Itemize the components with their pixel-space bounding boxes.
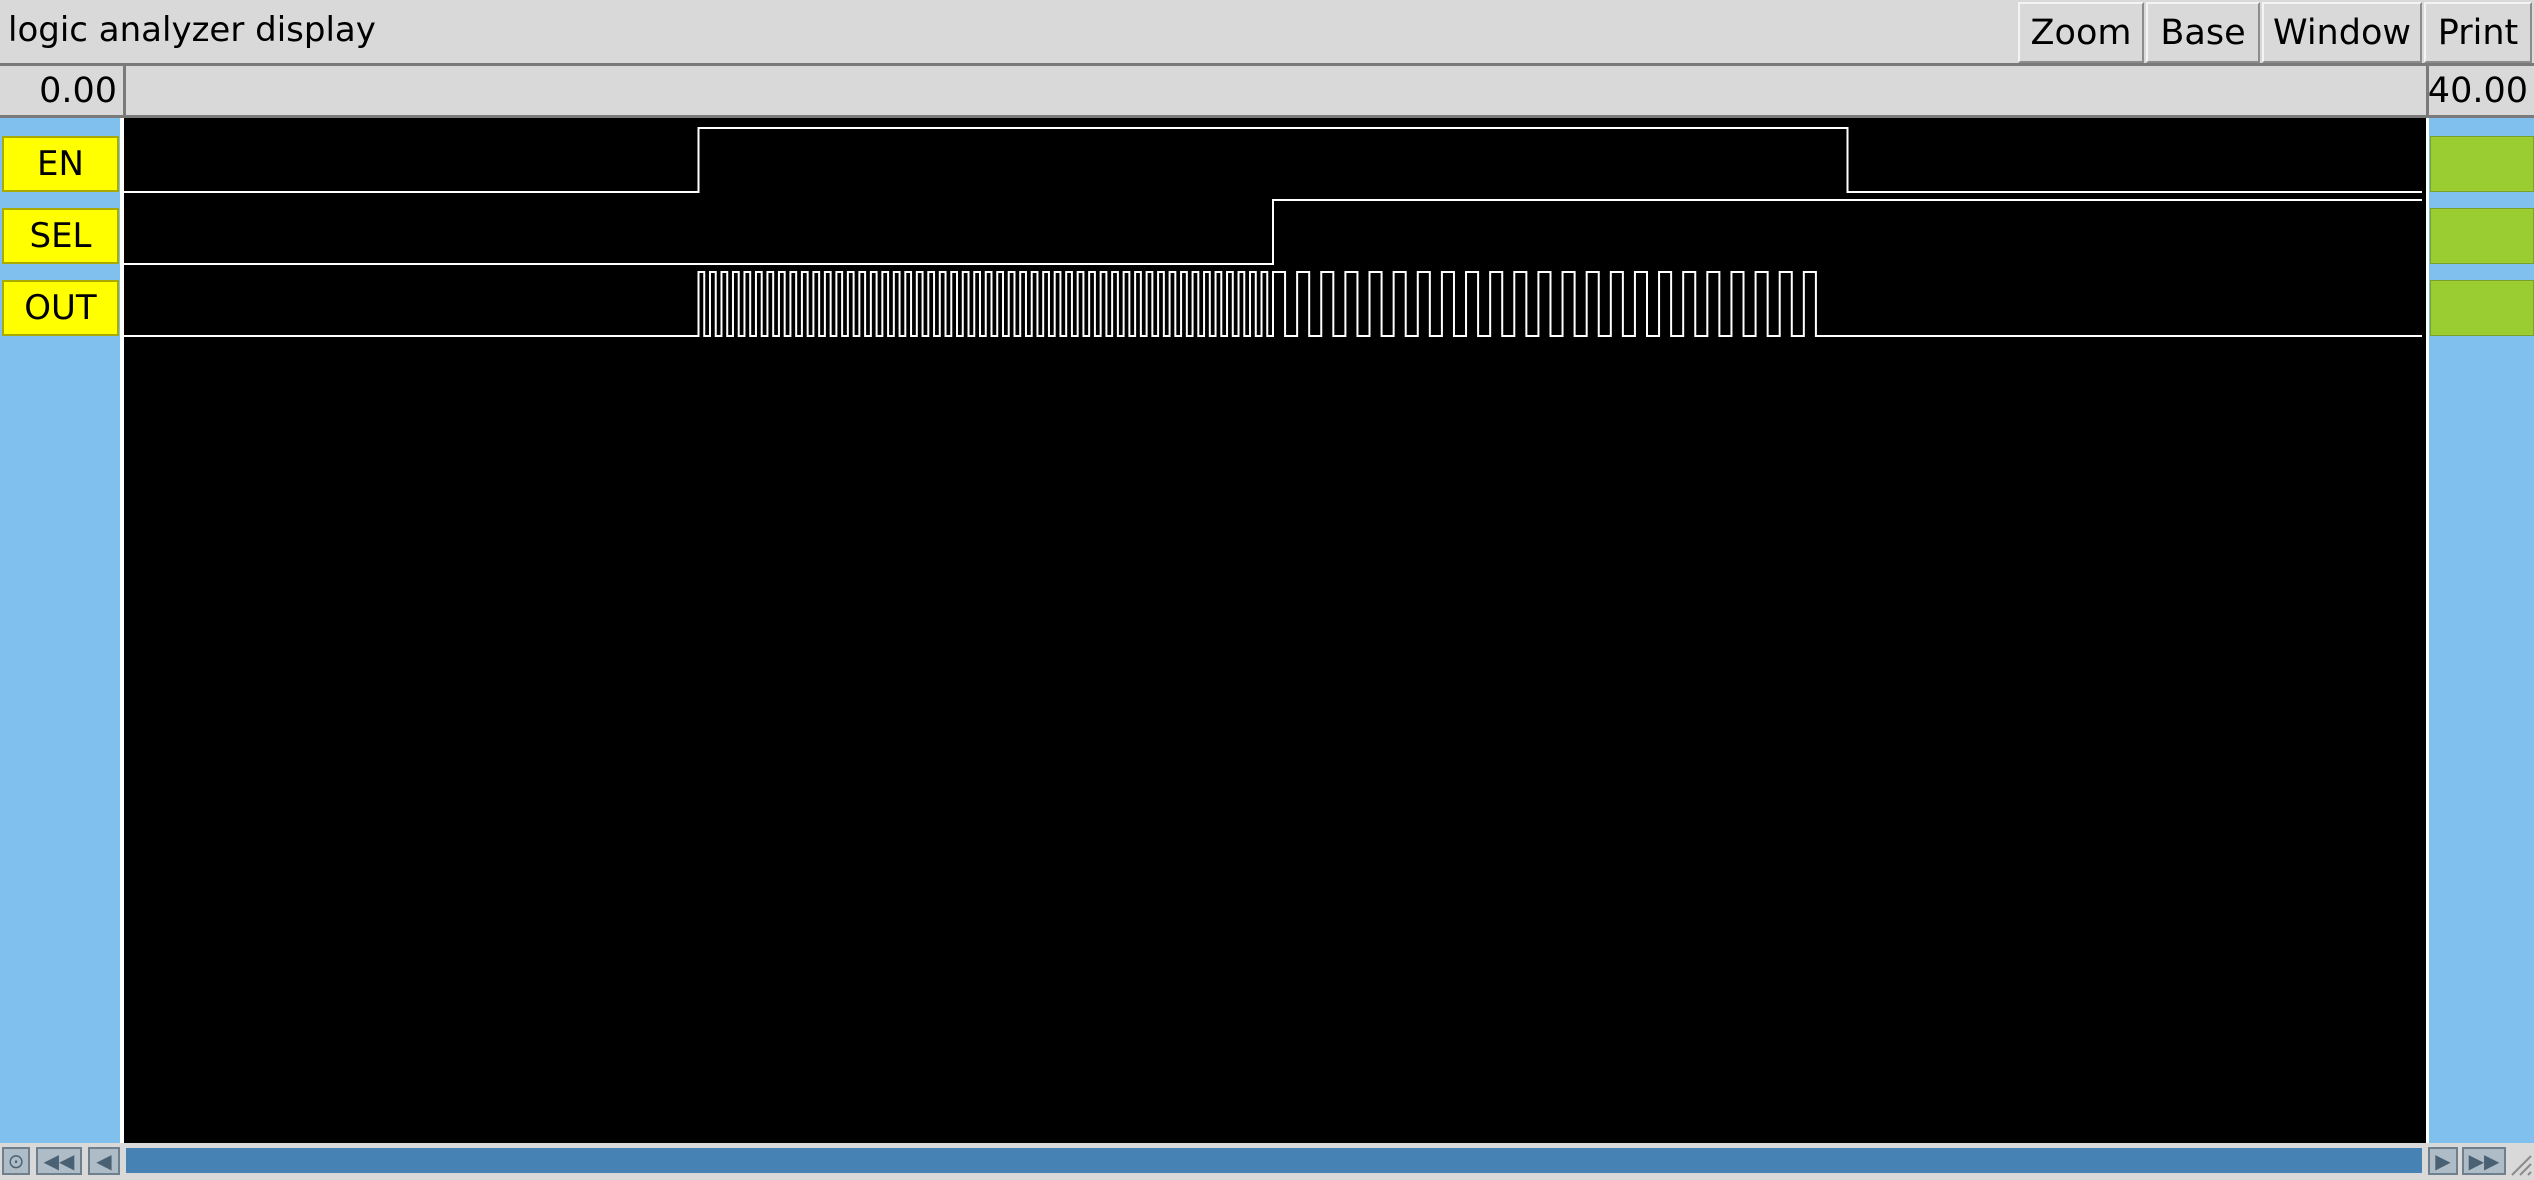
window-title: logic analyzer display xyxy=(8,10,376,50)
print-button[interactable]: Print xyxy=(2424,2,2532,63)
start-time: 0.00 xyxy=(0,66,126,118)
waveform-out xyxy=(124,271,2422,337)
signal-value-out xyxy=(2430,280,2534,336)
circle-button-icon[interactable]: ⊙ xyxy=(2,1147,30,1175)
double-left-arrow-icon[interactable]: ◀◀ xyxy=(36,1147,82,1175)
time-ruler[interactable] xyxy=(126,66,2426,118)
scroll-thumb[interactable] xyxy=(126,1148,2422,1173)
left-arrow-icon[interactable]: ◀ xyxy=(88,1147,120,1175)
end-time: 40.00 xyxy=(2426,66,2534,118)
waveform-en xyxy=(124,127,2422,193)
zoom-button[interactable]: Zoom xyxy=(2018,2,2144,63)
signal-value-en xyxy=(2430,136,2534,192)
signal-label-out[interactable]: OUT xyxy=(2,280,119,336)
resize-grip-icon[interactable] xyxy=(2508,1150,2532,1176)
waveform-plot xyxy=(124,127,2422,337)
base-button[interactable]: Base xyxy=(2146,2,2260,63)
signal-value-panel xyxy=(2428,118,2534,1143)
window-button[interactable]: Window xyxy=(2262,2,2422,63)
signal-value-sel xyxy=(2430,208,2534,264)
waveform-sel xyxy=(124,199,2422,265)
waveform-area[interactable] xyxy=(124,118,2426,1143)
signal-name-panel xyxy=(0,118,123,1143)
signal-label-en[interactable]: EN xyxy=(2,136,119,192)
right-arrow-icon[interactable]: ▶ xyxy=(2428,1147,2458,1175)
double-right-arrow-icon[interactable]: ▶▶ xyxy=(2462,1147,2506,1175)
signal-label-sel[interactable]: SEL xyxy=(2,208,119,264)
panel-divider xyxy=(2426,118,2429,1143)
